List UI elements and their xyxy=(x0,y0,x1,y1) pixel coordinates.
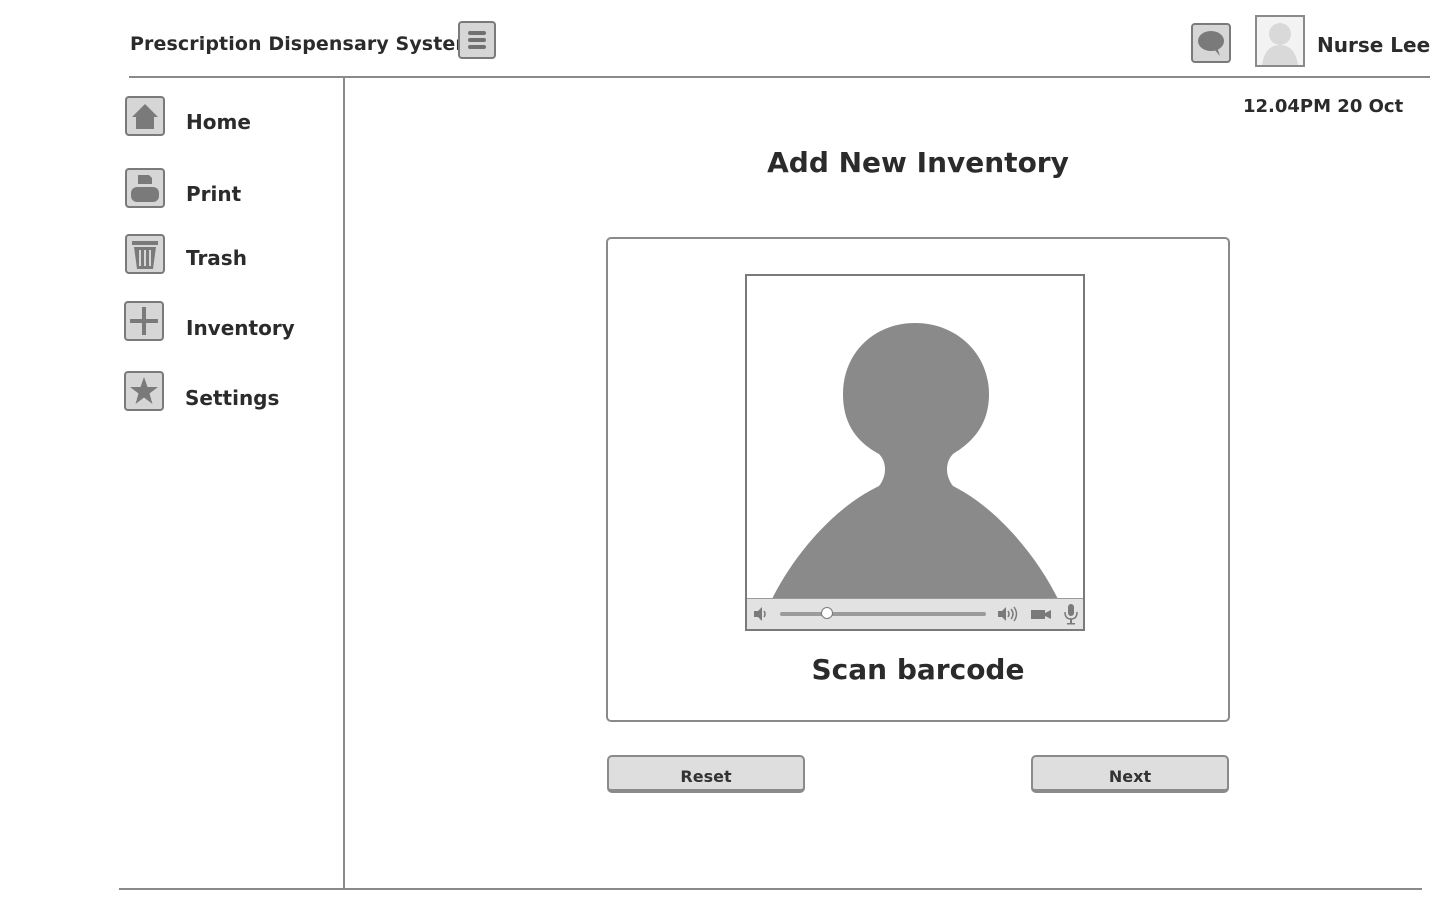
chat-button[interactable] xyxy=(1191,23,1231,63)
hamburger-menu-icon-bar xyxy=(468,45,486,49)
person-placeholder-image xyxy=(771,323,1059,601)
next-button[interactable]: Next xyxy=(1031,755,1229,793)
trash-icon xyxy=(125,234,165,274)
microphone-icon[interactable] xyxy=(1061,602,1081,626)
header-divider xyxy=(129,76,1430,78)
user-name: Nurse Lee xyxy=(1317,33,1431,57)
scan-barcode-label: Scan barcode xyxy=(811,653,1025,686)
sidebar-item-label: Settings xyxy=(185,386,280,410)
sidebar-item-settings[interactable]: Settings xyxy=(124,371,334,413)
hamburger-menu-icon-bar xyxy=(468,38,486,42)
user-avatar[interactable] xyxy=(1255,15,1305,67)
footer-divider xyxy=(119,888,1422,890)
camera-video-player[interactable] xyxy=(745,274,1085,631)
sidebar-item-label: Home xyxy=(186,110,251,134)
reset-button[interactable]: Reset xyxy=(607,755,805,793)
plus-icon xyxy=(124,301,164,341)
datetime-display: 12.04PM 20 Oct xyxy=(1243,96,1404,117)
sidebar-item-print[interactable]: Print xyxy=(124,168,334,210)
sidebar-item-label: Print xyxy=(186,182,242,206)
sidebar-item-home[interactable]: Home xyxy=(124,96,334,138)
hamburger-menu-icon xyxy=(468,31,486,35)
speech-bubble-icon xyxy=(1198,31,1224,56)
user-avatar-icon xyxy=(1262,23,1298,65)
video-controls xyxy=(747,598,1083,629)
hamburger-menu-button[interactable] xyxy=(458,21,496,59)
app-title: Prescription Dispensary System xyxy=(130,33,476,55)
volume-low-icon[interactable] xyxy=(751,604,771,624)
printer-icon xyxy=(125,168,165,208)
progress-slider-track[interactable] xyxy=(780,612,986,616)
volume-high-icon[interactable] xyxy=(996,604,1020,624)
sidebar-item-inventory[interactable]: Inventory xyxy=(124,301,334,343)
star-icon xyxy=(124,371,164,411)
page-title: Add New Inventory xyxy=(767,146,1069,179)
sidebar-divider xyxy=(343,77,345,889)
sidebar-item-label: Inventory xyxy=(186,316,295,340)
sidebar-item-trash[interactable]: Trash xyxy=(124,234,334,276)
sidebar-item-label: Trash xyxy=(186,246,247,270)
camera-icon[interactable] xyxy=(1029,604,1053,624)
progress-slider-thumb[interactable] xyxy=(821,607,834,619)
home-icon xyxy=(125,96,165,136)
